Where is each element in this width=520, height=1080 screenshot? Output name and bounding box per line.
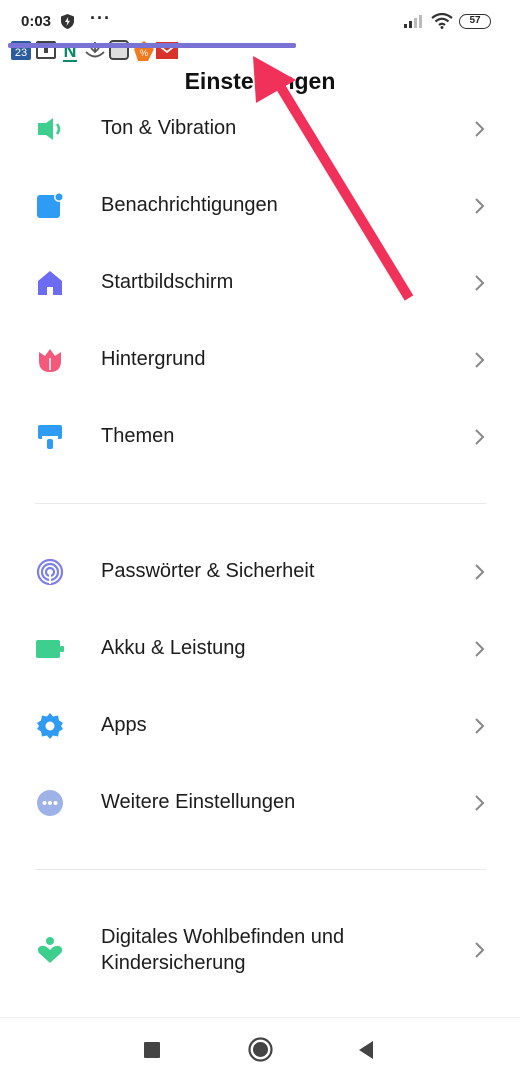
label-line-1: Digitales Wohlbefinden und bbox=[101, 926, 345, 948]
chevron-right-icon bbox=[475, 429, 485, 445]
shield-bolt-icon bbox=[61, 14, 74, 29]
settings-item-homescreen[interactable]: Startbildschirm bbox=[0, 248, 520, 318]
settings-item-label: Apps bbox=[101, 714, 147, 736]
status-time: 0:03 bbox=[21, 13, 52, 30]
label-line-2: Kindersicherung bbox=[101, 952, 246, 974]
chevron-right-icon bbox=[475, 352, 485, 368]
settings-item-label: Benachrichtigungen bbox=[101, 194, 278, 216]
battery-icon: 57 bbox=[459, 14, 491, 29]
settings-item-label: Startbildschirm bbox=[101, 271, 234, 293]
svg-text:23: 23 bbox=[15, 47, 27, 59]
settings-item-label: Ton & Vibration bbox=[101, 117, 237, 139]
settings-item-themes[interactable]: Themen bbox=[0, 402, 520, 472]
chevron-right-icon bbox=[475, 275, 485, 291]
chevron-right-icon bbox=[475, 564, 485, 580]
settings-item-notifications[interactable]: Benachrichtigungen bbox=[0, 171, 520, 241]
notification-icon bbox=[37, 192, 64, 218]
tulip-icon bbox=[39, 349, 61, 372]
chevron-right-icon bbox=[475, 121, 485, 137]
navigation-bar bbox=[0, 1017, 520, 1080]
battery-level: 57 bbox=[469, 15, 481, 26]
recents-button[interactable] bbox=[144, 1042, 160, 1058]
section-divider bbox=[35, 869, 486, 870]
settings-item-sound[interactable]: Ton & Vibration bbox=[0, 94, 520, 164]
settings-item-wallpaper[interactable]: Hintergrund bbox=[0, 325, 520, 395]
speaker-icon bbox=[38, 118, 61, 140]
chevron-right-icon bbox=[475, 718, 485, 734]
overflow-dots: ··· bbox=[90, 8, 111, 28]
home-icon bbox=[38, 271, 62, 295]
chevron-right-icon bbox=[475, 641, 485, 657]
more-icon bbox=[37, 790, 63, 816]
status-bar: 0:03 ··· 57 bbox=[0, 0, 520, 44]
chevron-right-icon bbox=[475, 795, 485, 811]
settings-item-passwords-security[interactable]: Passwörter & Sicherheit bbox=[0, 537, 520, 607]
chevron-right-icon bbox=[475, 942, 485, 958]
gear-icon bbox=[37, 713, 63, 739]
settings-item-label: Akku & Leistung bbox=[101, 637, 246, 659]
paintbrush-icon bbox=[38, 425, 62, 449]
section-divider bbox=[35, 503, 486, 504]
settings-item-battery[interactable]: Akku & Leistung bbox=[0, 614, 520, 684]
home-button[interactable] bbox=[248, 1037, 273, 1062]
settings-item-digital-wellbeing[interactable]: Digitales Wohlbefinden und Kindersicheru… bbox=[0, 912, 520, 988]
settings-item-label: Passwörter & Sicherheit bbox=[101, 560, 315, 582]
wellbeing-icon bbox=[37, 937, 63, 963]
settings-item-label: Weitere Einstellungen bbox=[101, 791, 296, 813]
settings-item-more-settings[interactable]: Weitere Einstellungen bbox=[0, 768, 520, 838]
settings-item-label: Hintergrund bbox=[101, 348, 206, 370]
chevron-right-icon bbox=[475, 198, 485, 214]
battery-icon bbox=[36, 640, 64, 658]
back-button[interactable] bbox=[357, 1040, 375, 1060]
settings-item-apps[interactable]: Apps bbox=[0, 691, 520, 761]
wifi-icon bbox=[431, 13, 453, 29]
fingerprint-icon bbox=[36, 558, 64, 586]
settings-item-label: Themen bbox=[101, 425, 175, 447]
page-title: Einstellungen bbox=[184, 68, 336, 94]
progress-line bbox=[8, 43, 296, 48]
settings-item-label: Digitales Wohlbefinden und Kindersicheru… bbox=[101, 924, 344, 976]
svg-text:%: % bbox=[140, 48, 148, 58]
signal-icon bbox=[404, 15, 422, 28]
